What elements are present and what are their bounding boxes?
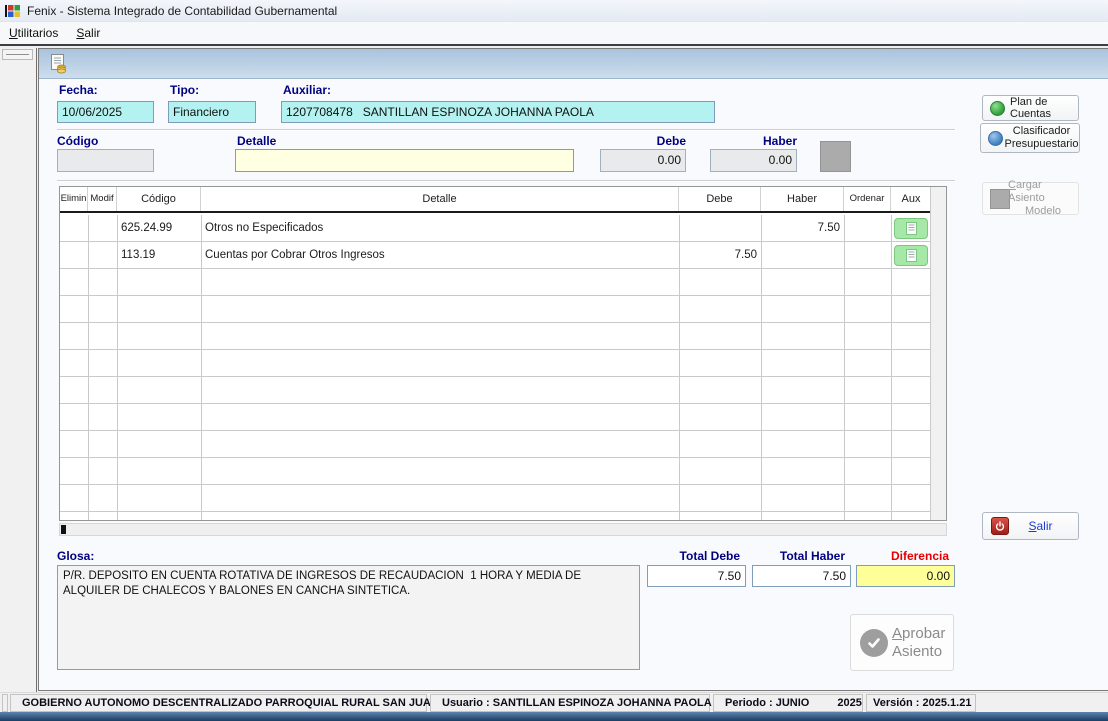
status-entity: GOBIERNO AUTONOMO DESCENTRALIZADO PARROQ… (10, 694, 439, 712)
fecha-label: Fecha: (59, 83, 98, 97)
col-header-debe[interactable]: Debe (679, 187, 761, 211)
grid-body: 625.24.99 Otros no Especificados 7.50 11… (60, 215, 931, 520)
plan-de-cuentas-label: Plan de Cuentas (1010, 96, 1051, 120)
mdi-left-strip (0, 48, 37, 692)
total-debe-field: 7.50 (647, 565, 746, 587)
col-header-modif[interactable]: Modif (88, 187, 117, 211)
cargar-asiento-modelo-button[interactable]: Cargar Asiento Modelo (982, 179, 1079, 217)
total-haber-label: Total Haber (779, 549, 845, 563)
add-entry-button[interactable] (820, 141, 851, 172)
taskbar-edge (0, 712, 1108, 721)
cell-codigo: 625.24.99 (121, 222, 173, 234)
cell-debe (679, 215, 757, 241)
document-icon (905, 222, 917, 235)
gray-square-icon (990, 188, 1010, 209)
auxiliar-label: Auxiliar: (283, 83, 332, 97)
total-haber-field: 7.50 (752, 565, 851, 587)
haber-label: Haber (762, 134, 797, 148)
codigo-input[interactable] (57, 149, 154, 172)
glosa-textarea[interactable]: P/R. DEPOSITO EN CUENTA ROTATIVA DE INGR… (57, 565, 640, 670)
menu-item-utilitarios[interactable]: Utilitarios (0, 23, 67, 43)
aprobar-asiento-button[interactable]: Aprobar Asiento (850, 614, 954, 671)
green-sphere-icon (990, 100, 1005, 116)
cell-codigo: 113.19 (121, 249, 156, 261)
fecha-field[interactable]: 10/06/2025 (57, 101, 154, 123)
document-icon (905, 249, 917, 262)
detalle-label: Detalle (237, 134, 277, 148)
status-version-text: Versión : 2025.1.21 (873, 697, 972, 709)
power-icon (991, 517, 1009, 535)
cell-debe: 7.50 (734, 249, 757, 261)
aprobar-line2: Asiento (892, 642, 943, 660)
separator (57, 129, 955, 131)
table-row[interactable]: 113.19 Cuentas por Cobrar Otros Ingresos… (60, 242, 931, 269)
application-window: Fenix - Sistema Integrado de Contabilida… (0, 0, 1108, 721)
tipo-label: Tipo: (170, 83, 200, 97)
asiento-window: Fecha: 10/06/2025 Tipo: Financiero Auxil… (38, 48, 1108, 691)
glosa-label: Glosa: (57, 549, 95, 563)
status-entity-text: GOBIERNO AUTONOMO DESCENTRALIZADO PARROQ… (22, 697, 439, 709)
status-usuario: Usuario : SANTILLAN ESPINOZA JOHANNA PAO… (430, 694, 712, 712)
status-periodo-year: 2025 (837, 697, 862, 709)
collapsed-window-fragment[interactable] (2, 49, 33, 60)
menu-item-salir[interactable]: Salir (67, 23, 109, 43)
codigo-label: Código (57, 134, 99, 148)
window-titlebar: Fenix - Sistema Integrado de Contabilida… (0, 0, 1108, 22)
haber-input[interactable]: 0.00 (710, 149, 797, 172)
cell-detalle: Otros no Especificados (205, 222, 324, 234)
total-debe-label: Total Debe (679, 549, 740, 563)
asiento-grid: Elimin Modif Código Detalle Debe Haber O… (59, 186, 947, 521)
status-grip (2, 694, 8, 712)
report-icon[interactable] (49, 54, 68, 74)
cargar-line2: Modelo (1024, 205, 1062, 217)
tipo-field[interactable]: Financiero (168, 101, 256, 123)
cell-haber (761, 242, 840, 268)
detalle-input[interactable] (235, 149, 574, 172)
salir-button[interactable]: Salir (982, 512, 1079, 540)
cargar-line1: Cargar Asiento (1008, 179, 1045, 204)
status-version: Versión : 2025.1.21 (866, 694, 976, 712)
clasificador-line2: Presupuestario (1004, 138, 1079, 150)
separator (57, 180, 955, 182)
clasificador-presupuestario-button[interactable]: Clasificador Presupuestario (980, 123, 1080, 153)
app-icon (5, 4, 20, 17)
grid-horizontal-scrollbar[interactable] (59, 523, 947, 536)
menu-bar: Utilitarios Salir (0, 22, 1108, 44)
cell-detalle: Cuentas por Cobrar Otros Ingresos (205, 249, 385, 261)
status-usuario-text: Usuario : SANTILLAN ESPINOZA JOHANNA PAO… (442, 697, 712, 709)
diferencia-label: Diferencia (890, 549, 949, 563)
aux-button[interactable] (894, 245, 928, 266)
aux-button[interactable] (894, 218, 928, 239)
grid-vertical-scrollbar[interactable] (930, 187, 946, 520)
col-header-haber[interactable]: Haber (761, 187, 844, 211)
plan-de-cuentas-button[interactable]: Plan de Cuentas (982, 95, 1079, 121)
auxiliar-field[interactable]: 1207708478 SANTILLAN ESPINOZA JOHANNA PA… (281, 101, 715, 123)
table-row[interactable]: 625.24.99 Otros no Especificados 7.50 (60, 215, 931, 242)
window-title: Fenix - Sistema Integrado de Contabilida… (27, 3, 338, 18)
check-icon (860, 628, 888, 657)
status-periodo-text: Periodo : JUNIO (725, 697, 810, 709)
mdi-client-area: Fecha: 10/06/2025 Tipo: Financiero Auxil… (0, 44, 1108, 692)
clasificador-line1: Clasificador (1012, 125, 1071, 137)
salir-button-label: Salir (1028, 519, 1053, 533)
grid-header: Elimin Modif Código Detalle Debe Haber O… (60, 187, 931, 213)
status-bar: GOBIERNO AUTONOMO DESCENTRALIZADO PARROQ… (0, 692, 1108, 712)
col-header-ordenar[interactable]: Ordenar (844, 187, 891, 211)
blue-sphere-icon (988, 130, 1003, 146)
debe-label: Debe (656, 134, 686, 148)
col-header-aux[interactable]: Aux (891, 187, 931, 211)
cell-haber: 7.50 (817, 222, 840, 234)
col-header-elimin[interactable]: Elimin (60, 187, 88, 211)
diferencia-field: 0.00 (856, 565, 955, 587)
col-header-detalle[interactable]: Detalle (201, 187, 679, 211)
col-header-codigo[interactable]: Código (117, 187, 201, 211)
status-periodo: 31 Periodo : JUNIO 2025 (713, 694, 863, 712)
child-toolbar (39, 49, 1108, 79)
debe-input[interactable]: 0.00 (600, 149, 686, 172)
aprobar-line1: Aprobar (892, 624, 946, 642)
